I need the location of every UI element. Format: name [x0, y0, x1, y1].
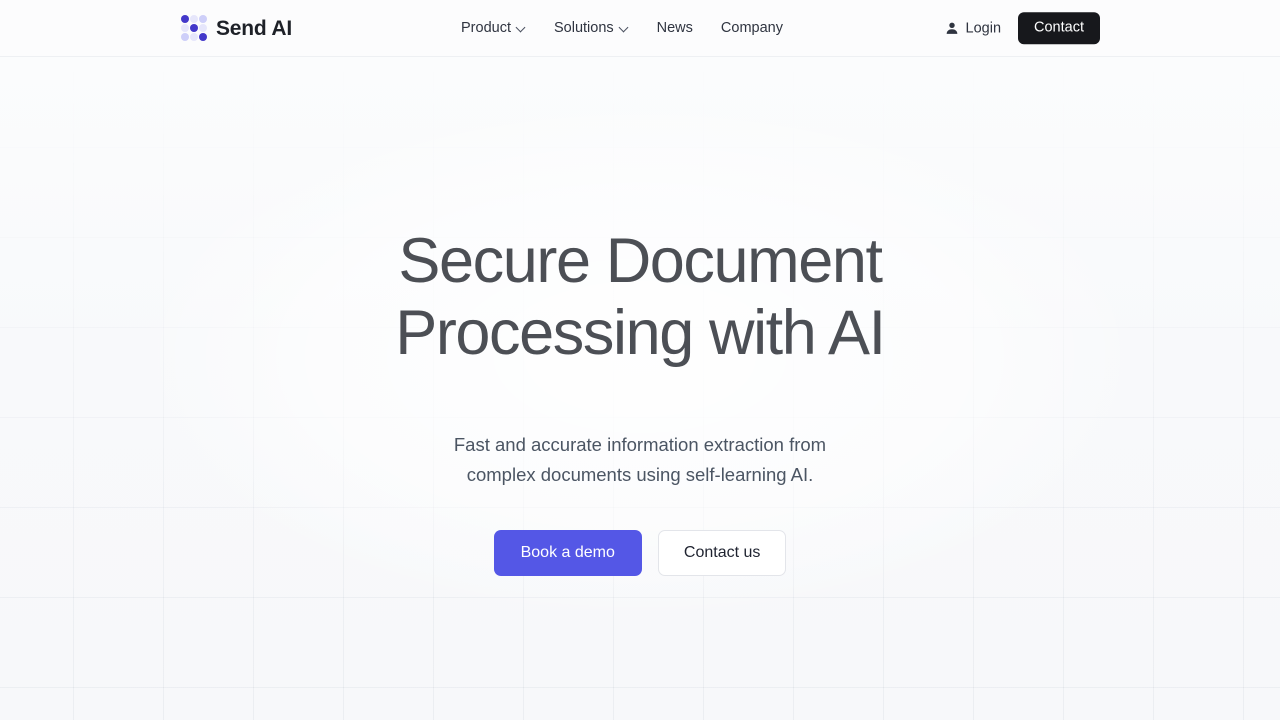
login-label: Login [965, 20, 1002, 36]
hero-content: Secure Document Processing with AI Fast … [0, 57, 1280, 576]
hero-cta-group: Book a demo Contact us [0, 529, 1280, 576]
site-header: Send AI Product Solutions News Company L… [0, 0, 1280, 57]
nav-item-news[interactable]: News [643, 14, 707, 42]
hero-title-line-2: Processing with AI [395, 298, 886, 369]
contact-button[interactable]: Contact [1018, 12, 1100, 44]
nav-item-product[interactable]: Product [461, 14, 540, 42]
hero-subtitle: Fast and accurate information extraction… [425, 430, 855, 490]
hero-subtitle-line-2: complex documents using self-learning AI… [466, 464, 814, 486]
login-link[interactable]: Login [945, 20, 1001, 36]
nav-item-label: Solutions [553, 20, 614, 36]
chevron-down-icon [620, 23, 629, 32]
brand-logo-link[interactable]: Send AI [181, 15, 292, 41]
nav-item-solutions[interactable]: Solutions [540, 14, 643, 42]
hero-subtitle-line-1: Fast and accurate information extraction… [453, 434, 827, 456]
header-actions: Login Contact [945, 12, 1100, 44]
chevron-down-icon [517, 23, 526, 32]
contact-us-button[interactable]: Contact us [657, 529, 787, 576]
brand-name: Send AI [216, 16, 292, 40]
hero-title-line-1: Secure Document [398, 226, 883, 296]
nav-item-label: Company [720, 20, 783, 36]
book-a-demo-button[interactable]: Book a demo [493, 529, 642, 576]
hero-section: Secure Document Processing with AI Fast … [0, 57, 1280, 720]
send-ai-dot-grid-logo-icon [181, 15, 207, 41]
nav-item-label: Product [461, 20, 511, 36]
main-navigation: Product Solutions News Company [461, 14, 797, 42]
nav-item-label: News [656, 20, 693, 36]
nav-item-company[interactable]: Company [707, 14, 797, 42]
user-icon [946, 22, 957, 34]
page-title: Secure Document Processing with AI [320, 225, 960, 369]
